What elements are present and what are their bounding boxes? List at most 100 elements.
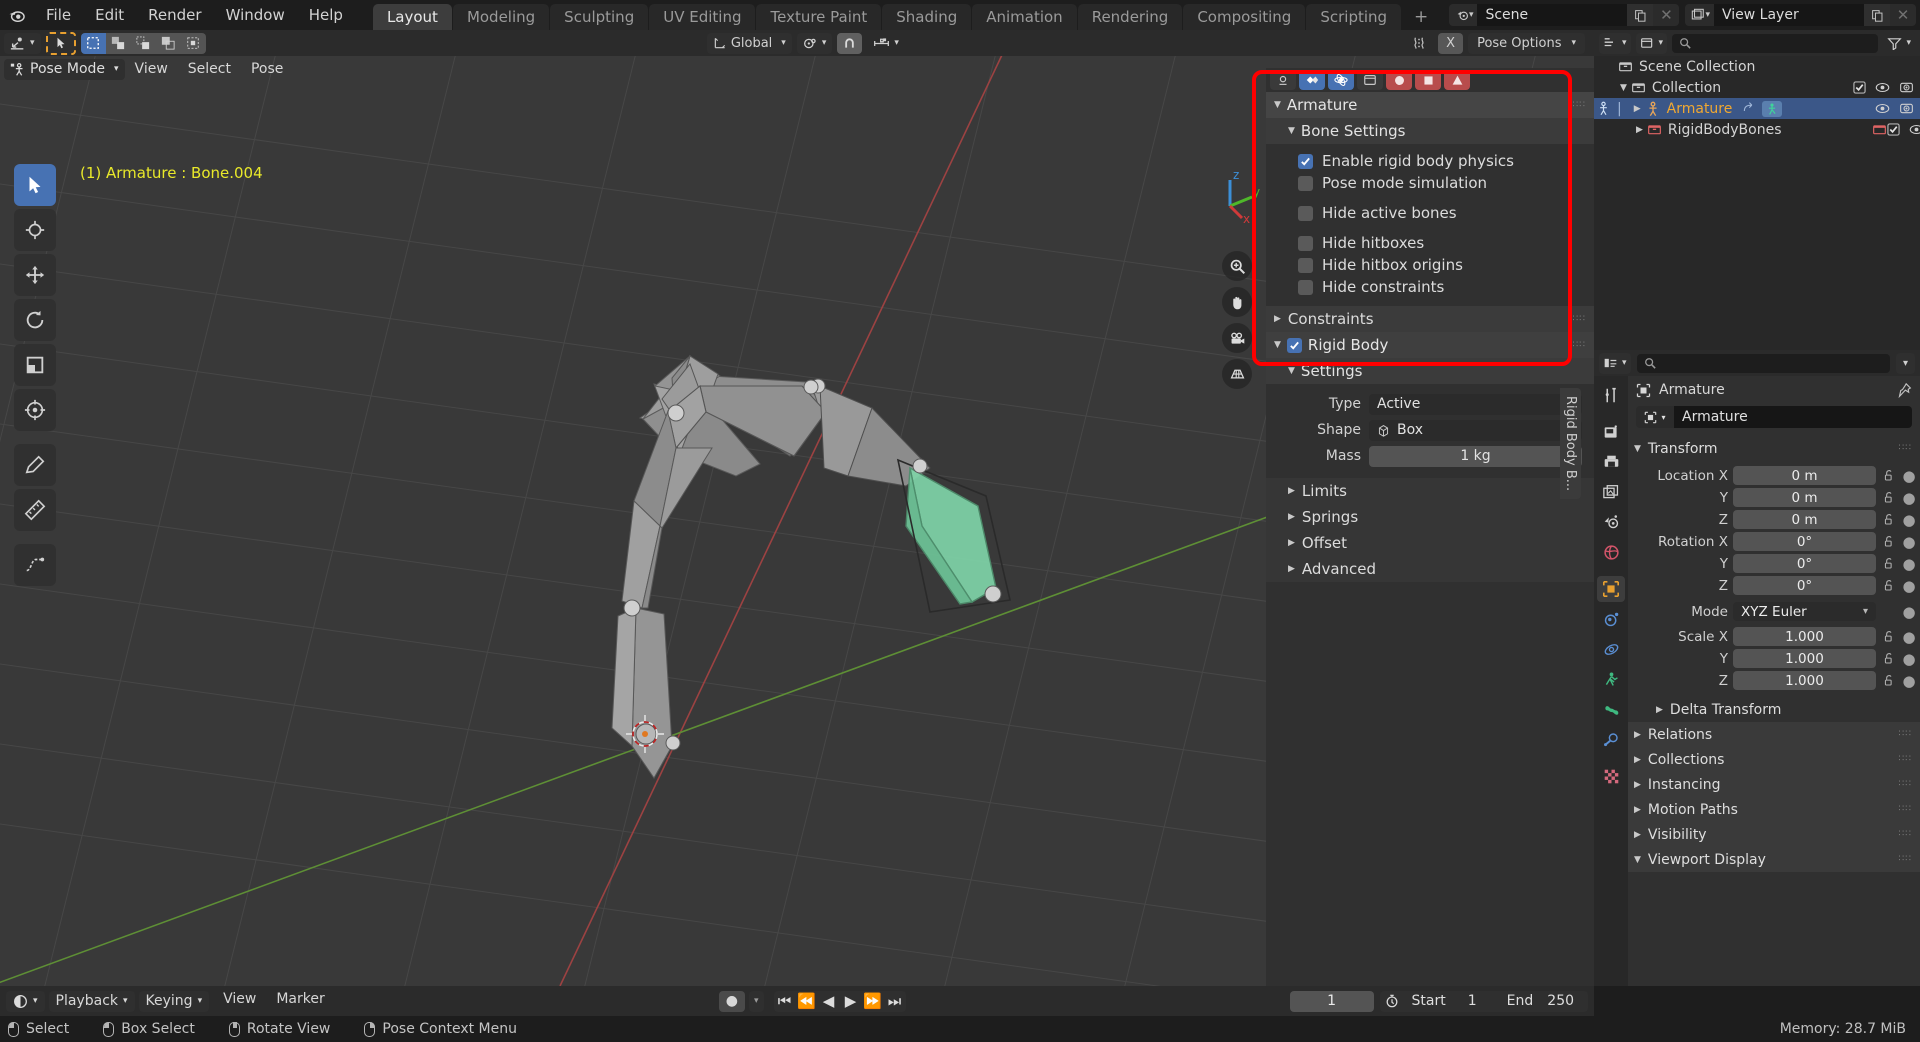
camera-icon[interactable] xyxy=(1222,323,1252,353)
checkbox-hide-hitboxes[interactable] xyxy=(1298,235,1313,251)
properties-editor-type-icon[interactable]: ▾ xyxy=(1599,352,1631,374)
outliner-row-armature[interactable]: | ▶ Armature xyxy=(1594,98,1920,119)
grid-icon[interactable] xyxy=(1222,359,1252,389)
timeline-menu-playback[interactable]: Playback ▾ xyxy=(48,990,135,1012)
animate-dot-icon[interactable]: ● xyxy=(1902,511,1916,529)
section-header-visibility[interactable]: ▶ Visibility ∷∷ xyxy=(1628,822,1920,847)
lock-icon[interactable] xyxy=(1881,469,1897,482)
particles-tab-icon[interactable] xyxy=(1597,636,1625,662)
world-tab-icon[interactable] xyxy=(1597,539,1625,565)
blender-logo-icon[interactable] xyxy=(0,5,34,25)
workspace-tab-scripting[interactable]: Scripting xyxy=(1306,4,1402,30)
scene-browse-icon[interactable]: ▾ xyxy=(1448,4,1478,26)
material-tab-icon[interactable] xyxy=(1386,70,1412,90)
checkbox-row[interactable]: Pose mode simulation xyxy=(1266,172,1594,194)
outliner-filter-icon[interactable]: ▾ xyxy=(1883,33,1915,54)
workspace-tab-texture-paint[interactable]: Texture Paint xyxy=(756,4,882,30)
animate-dot-icon[interactable]: ● xyxy=(1902,603,1916,621)
checkbox-row[interactable]: Hide hitboxes xyxy=(1266,232,1594,254)
select-mode-group[interactable] xyxy=(80,32,206,54)
panel-header-advanced[interactable]: ▶ Advanced xyxy=(1266,556,1594,582)
viewport-display-header[interactable]: ▼ Viewport Display ∷∷ xyxy=(1628,847,1920,872)
animate-dot-icon[interactable]: ● xyxy=(1902,533,1916,551)
object-browse-icon[interactable]: ▾ xyxy=(1636,406,1674,428)
top-menu-file[interactable]: File xyxy=(34,0,83,30)
lock-icon[interactable] xyxy=(1881,513,1897,526)
zoom-icon[interactable] xyxy=(1222,251,1252,281)
workspace-tab-uv-editing[interactable]: UV Editing xyxy=(649,4,756,30)
lock-icon[interactable] xyxy=(1881,557,1897,570)
tool-scale[interactable] xyxy=(14,344,56,386)
panel-header-settings[interactable]: ▼ Settings xyxy=(1266,358,1594,384)
viewlayer-copy-icon[interactable] xyxy=(1864,4,1890,26)
play-button[interactable]: ▶ xyxy=(839,990,862,1012)
select-extend-icon[interactable] xyxy=(105,32,131,54)
panel-header-rigid-body[interactable]: ▼ Rigid Body ∷∷ xyxy=(1266,332,1594,358)
tab-rigid-body-bones[interactable]: Rigid Body B... xyxy=(1560,388,1581,500)
select-invert-icon[interactable] xyxy=(155,32,181,54)
constraint-tab-icon[interactable] xyxy=(1357,70,1383,90)
pin-icon[interactable] xyxy=(1897,382,1912,398)
workspace-tab-modeling[interactable]: Modeling xyxy=(452,4,550,30)
tool-move[interactable] xyxy=(14,254,56,296)
tool-measure[interactable] xyxy=(14,489,56,531)
camera-icon[interactable] xyxy=(1899,102,1914,115)
drag-grip-icon[interactable]: ∷∷ xyxy=(1573,340,1586,349)
pivot-point-selector[interactable]: ▾ xyxy=(796,32,833,54)
scene-selector[interactable]: ▾ Scene ✕ xyxy=(1448,3,1680,27)
viewlayer-remove-icon[interactable]: ✕ xyxy=(1890,4,1916,26)
drag-grip-icon[interactable]: ∷∷ xyxy=(1899,855,1912,864)
add-workspace-button[interactable]: + xyxy=(1402,4,1440,30)
tweak-tool-button[interactable] xyxy=(45,31,76,55)
outliner-row-rigidbodybones[interactable]: ▶ RigidBodyBones xyxy=(1594,119,1920,140)
outliner-editor-type-icon[interactable]: ▾ xyxy=(1599,32,1631,54)
property-value-field[interactable]: 0° xyxy=(1733,554,1876,573)
modifier-tab-icon[interactable] xyxy=(1597,606,1625,632)
top-menu-window[interactable]: Window xyxy=(214,0,297,30)
select-subtract-icon[interactable] xyxy=(130,32,156,54)
output-tab-icon[interactable] xyxy=(1597,449,1625,475)
property-value-field[interactable]: 1.000 xyxy=(1733,671,1876,690)
workspace-tab-compositing[interactable]: Compositing xyxy=(1183,4,1306,30)
drag-grip-icon[interactable]: ∷∷ xyxy=(1899,830,1912,839)
properties-options-icon[interactable]: ▾ xyxy=(1895,352,1915,374)
viewlayer-selector[interactable]: ▾ View Layer ✕ xyxy=(1685,3,1916,27)
auto-keying-toggle[interactable]: ● xyxy=(718,990,745,1012)
timer-icon[interactable] xyxy=(1380,994,1404,1008)
property-value-field[interactable]: 0° xyxy=(1733,532,1876,551)
delta-transform-header[interactable]: ▶ Delta Transform xyxy=(1628,697,1920,722)
scene-unlink-icon[interactable]: ✕ xyxy=(1653,4,1680,26)
panel-header-armature[interactable]: ▼ Armature ∷∷ xyxy=(1266,92,1594,118)
checkbox-row[interactable]: Hide active bones xyxy=(1266,202,1594,224)
modifier-tab-icon[interactable] xyxy=(1299,70,1325,90)
end-value[interactable]: 250 xyxy=(1541,993,1588,1009)
lock-icon[interactable] xyxy=(1881,652,1897,665)
scene-copy-icon[interactable] xyxy=(1627,4,1654,26)
timeline-menu-view[interactable]: View xyxy=(213,991,266,1012)
mode-selector[interactable]: Pose Mode ▾ xyxy=(4,58,125,80)
axis-gizmo[interactable]: z y x xyxy=(1200,164,1270,234)
drag-grip-icon[interactable]: ∷∷ xyxy=(1899,444,1912,453)
editor-type-selector[interactable]: ▾ xyxy=(4,32,41,54)
outliner-row-collection[interactable]: ▼ Collection xyxy=(1594,77,1920,98)
checkbox-row[interactable]: Hide hitbox origins xyxy=(1266,254,1594,276)
drag-grip-icon[interactable]: ∷∷ xyxy=(1573,100,1586,109)
hand-icon[interactable] xyxy=(1222,287,1252,317)
camera-icon[interactable] xyxy=(1899,81,1914,94)
play-reverse-button[interactable]: ◀ xyxy=(817,990,840,1012)
top-menu-render[interactable]: Render xyxy=(136,0,213,30)
data-tab-icon[interactable] xyxy=(1444,70,1470,90)
lock-icon[interactable] xyxy=(1881,579,1897,592)
checkbox-enable-rigid-body-physics[interactable] xyxy=(1298,153,1313,169)
top-menu-help[interactable]: Help xyxy=(297,0,355,30)
checkbox-hide-active-bones[interactable] xyxy=(1298,205,1313,221)
tool-transform[interactable] xyxy=(14,389,56,431)
property-value-field[interactable]: 1.000 xyxy=(1733,627,1876,646)
outliner-row-scene collection[interactable]: Scene Collection xyxy=(1594,56,1920,77)
previous-keyframe-button[interactable]: ⏪ xyxy=(795,990,818,1012)
scene-tab-icon[interactable] xyxy=(1597,509,1625,535)
viewlayer-browse-icon[interactable]: ▾ xyxy=(1685,4,1714,26)
render-tab-icon[interactable] xyxy=(1597,419,1625,445)
eye-icon[interactable] xyxy=(1875,81,1890,94)
transform-section-header[interactable]: ▼ Transform ∷∷ xyxy=(1628,436,1920,461)
